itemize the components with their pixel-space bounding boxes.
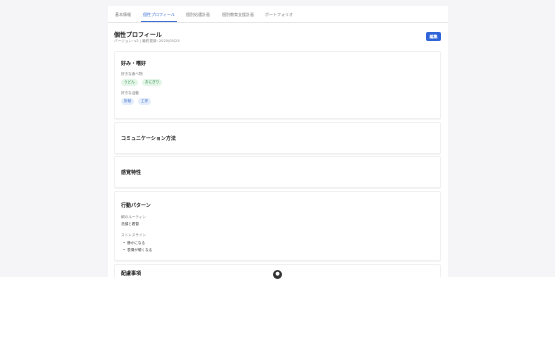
sensory-card: 感覚特性 [114, 156, 441, 188]
routine-label: 朝のルーティン [121, 215, 146, 219]
tab-individual-education-plan[interactable]: 個別教育支援計画 [222, 12, 254, 17]
tab-basic-info[interactable]: 基本情報 [115, 12, 131, 17]
behavior-card: 行動パターン 朝のルーティン 洗顔と着替 ストレスサイン 静かになる 表情が硬く… [114, 191, 441, 261]
stress-label: ストレスサイン [121, 233, 147, 237]
activity-label: 好きな活動 [121, 91, 139, 95]
edit-button[interactable]: 編集 [426, 32, 441, 41]
activity-chip: 工作 [138, 98, 152, 105]
tab-individual-care-plan[interactable]: 個別処遇計画 [186, 12, 210, 17]
behavior-title: 行動パターン [121, 203, 151, 209]
page-title: 個性プロフィール [114, 32, 162, 39]
stress-item: 静かになる [123, 241, 145, 246]
active-tab-indicator [141, 21, 177, 22]
food-chip: うどん [121, 79, 138, 86]
likes-title: 好み・嗜好 [121, 61, 147, 67]
page-subtitle: バージョン: v2 | 最終更新: 2025/05/25 [114, 39, 180, 43]
sensory-title: 感覚特性 [121, 170, 142, 176]
communication-card: コミュニケーション方法 [114, 122, 441, 154]
chat-button[interactable]: ● [273, 270, 282, 279]
chat-icon: ● [275, 271, 280, 277]
routine-value: 洗顔と着替 [121, 222, 139, 226]
likes-card: 好み・嗜好 好きな食べ物 うどん おにぎり 好きな活動 折紙 工作 [114, 51, 441, 119]
stress-item: 表情が硬くなる [123, 248, 152, 253]
activity-chip: 折紙 [121, 98, 135, 105]
profile-panel: 基本情報 個性プロフィール 個別処遇計画 個別教育支援計画 ポートフォリオ 個性… [108, 6, 448, 277]
page-bottom-area [0, 277, 555, 350]
food-chip: おにぎり [142, 79, 163, 86]
tab-personality-profile[interactable]: 個性プロフィール [143, 12, 175, 17]
tab-portfolio[interactable]: ポートフォリオ [265, 12, 293, 17]
food-label: 好きな食べ物 [121, 72, 143, 76]
tab-bar: 基本情報 個性プロフィール 個別処遇計画 個別教育支援計画 ポートフォリオ [108, 6, 448, 23]
communication-title: コミュニケーション方法 [121, 136, 176, 142]
notes-title: 配慮事項 [121, 271, 142, 277]
